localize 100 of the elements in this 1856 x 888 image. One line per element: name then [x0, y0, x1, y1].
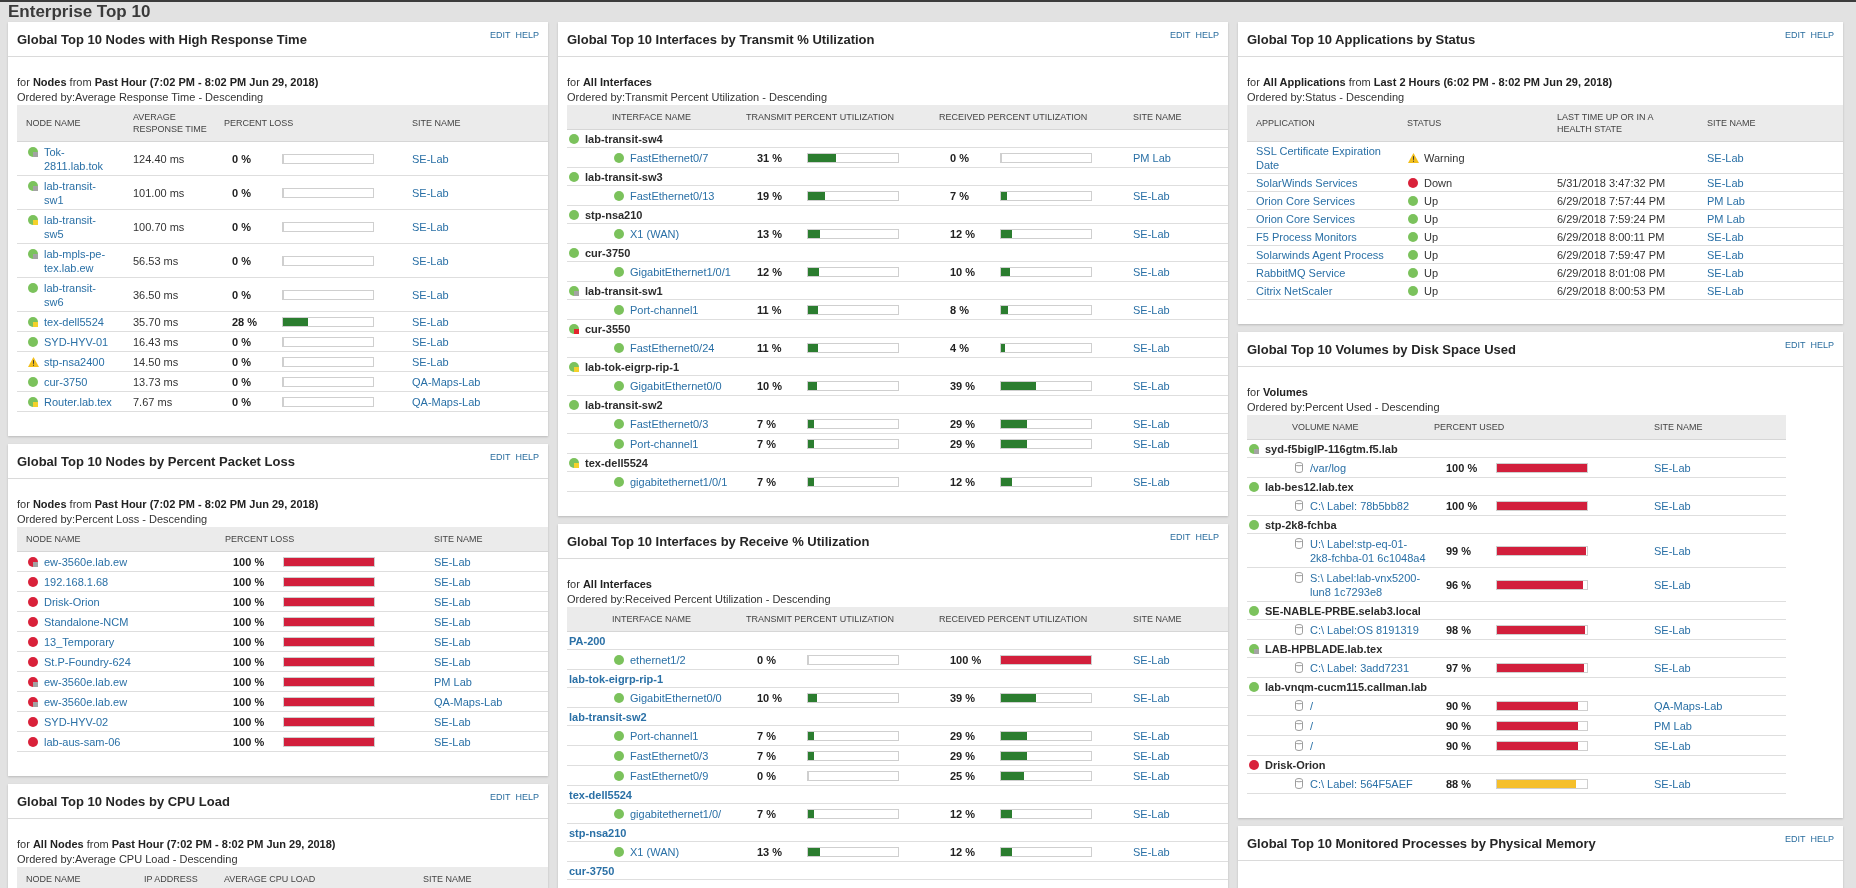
site-link[interactable]: SE-Lab: [1654, 622, 1780, 637]
site-link[interactable]: SE-Lab: [1707, 175, 1837, 190]
interface-link[interactable]: Port-channel1: [630, 302, 699, 317]
panel-action-link[interactable]: HELP: [1810, 30, 1834, 41]
panel-action-link[interactable]: HELP: [515, 792, 539, 803]
site-link[interactable]: SE-Lab: [1133, 340, 1222, 355]
site-link[interactable]: SE-Lab: [1707, 229, 1837, 244]
node-link[interactable]: lab-transit-sw6: [44, 280, 114, 309]
node-link[interactable]: ew-3560e.lab.ew: [44, 694, 128, 709]
panel-action-link[interactable]: EDIT: [1784, 30, 1806, 41]
site-link[interactable]: SE-Lab: [412, 334, 542, 349]
volume-link[interactable]: /var/log: [1310, 460, 1347, 475]
site-link[interactable]: SE-Lab: [412, 287, 542, 302]
site-link[interactable]: PM Lab: [1707, 193, 1837, 208]
site-link[interactable]: PM Lab: [1133, 150, 1222, 165]
panel-action-link[interactable]: HELP: [1195, 532, 1219, 543]
panel-action-link[interactable]: EDIT: [489, 30, 511, 41]
node-link[interactable]: SYD-HYV-01: [44, 334, 109, 349]
panel-action-link[interactable]: EDIT: [489, 452, 511, 463]
application-link[interactable]: SolarWinds Services: [1256, 175, 1391, 190]
site-link[interactable]: SE-Lab: [1133, 436, 1222, 451]
site-link[interactable]: SE-Lab: [1133, 806, 1222, 821]
site-link[interactable]: SE-Lab: [1654, 660, 1780, 675]
node-link[interactable]: St.P-Foundry-624: [44, 654, 131, 669]
node-link[interactable]: ew-3560e.lab.ew: [44, 674, 128, 689]
site-link[interactable]: SE-Lab: [1707, 247, 1837, 262]
site-link[interactable]: SE-Lab: [1654, 776, 1780, 791]
site-link[interactable]: SE-Lab: [1133, 844, 1222, 859]
interface-link[interactable]: Port-channel1: [630, 436, 699, 451]
site-link[interactable]: SE-Lab: [1133, 768, 1222, 783]
site-link[interactable]: PM Lab: [434, 674, 542, 689]
node-link[interactable]: Router.lab.tex: [44, 394, 112, 409]
interface-link[interactable]: gigabitethernet1/0/: [630, 806, 722, 821]
site-link[interactable]: SE-Lab: [434, 574, 542, 589]
node-link[interactable]: 192.168.1.68: [44, 574, 109, 589]
node-link[interactable]: Standalone-NCM: [44, 614, 129, 629]
node-link[interactable]: SYD-HYV-02: [44, 714, 109, 729]
interface-link[interactable]: FastEthernet0/24: [630, 340, 715, 355]
interface-link[interactable]: FastEthernet0/3: [630, 416, 709, 431]
node-link[interactable]: lab-tok-eigrp-rip-1: [569, 671, 664, 686]
site-link[interactable]: SE-Lab: [434, 634, 542, 649]
site-link[interactable]: SE-Lab: [434, 714, 542, 729]
site-link[interactable]: SE-Lab: [1133, 264, 1222, 279]
node-link[interactable]: lab-mpls-pe-tex.lab.ew: [44, 246, 114, 275]
volume-link[interactable]: /: [1310, 698, 1314, 713]
interface-link[interactable]: Port-channel1: [630, 728, 699, 743]
site-link[interactable]: PM Lab: [1707, 211, 1837, 226]
node-link[interactable]: PA-200: [569, 633, 606, 648]
interface-link[interactable]: GigabitEthernet1/0/1: [630, 264, 731, 279]
node-link[interactable]: 13_Temporary: [44, 634, 115, 649]
site-link[interactable]: SE-Lab: [412, 219, 542, 234]
interface-link[interactable]: ethernet1/2: [630, 652, 686, 667]
node-link[interactable]: cur-3750: [569, 863, 615, 878]
site-link[interactable]: SE-Lab: [1133, 690, 1222, 705]
volume-link[interactable]: C:\ Label: 564F5AEF: [1310, 776, 1413, 791]
panel-action-link[interactable]: HELP: [1810, 834, 1834, 845]
volume-link[interactable]: /: [1310, 718, 1314, 733]
site-link[interactable]: SE-Lab: [1133, 416, 1222, 431]
volume-link[interactable]: C:\ Label:OS 8191319: [1310, 622, 1419, 637]
site-link[interactable]: QA-Maps-Lab: [434, 694, 542, 709]
panel-action-link[interactable]: EDIT: [1169, 532, 1191, 543]
volume-link[interactable]: C:\ Label: 3add7231: [1310, 660, 1410, 675]
node-link[interactable]: lab-transit-sw5: [44, 212, 114, 241]
site-link[interactable]: SE-Lab: [1707, 283, 1837, 298]
site-link[interactable]: SE-Lab: [434, 654, 542, 669]
panel-action-link[interactable]: HELP: [515, 30, 539, 41]
application-link[interactable]: Solarwinds Agent Process: [1256, 247, 1391, 262]
node-link[interactable]: cur-3750: [44, 374, 88, 389]
site-link[interactable]: SE-Lab: [1133, 474, 1222, 489]
site-link[interactable]: SE-Lab: [434, 734, 542, 749]
interface-link[interactable]: FastEthernet0/3: [630, 748, 709, 763]
panel-action-link[interactable]: HELP: [1810, 340, 1834, 351]
site-link[interactable]: SE-Lab: [1133, 652, 1222, 667]
panel-action-link[interactable]: EDIT: [1169, 30, 1191, 41]
interface-link[interactable]: X1 (WAN): [630, 226, 680, 241]
node-link[interactable]: Drisk-Orion: [44, 594, 100, 609]
interface-link[interactable]: gigabitethernet1/0/1: [630, 474, 728, 489]
site-link[interactable]: QA-Maps-Lab: [412, 394, 542, 409]
panel-action-link[interactable]: HELP: [515, 452, 539, 463]
application-link[interactable]: Citrix NetScaler: [1256, 283, 1391, 298]
volume-link[interactable]: U:\ Label:stp-eq-01-2k8-fchba-01 6c1048a4: [1310, 536, 1427, 565]
site-link[interactable]: SE-Lab: [412, 253, 542, 268]
volume-link[interactable]: C:\ Label: 78b5bb82: [1310, 498, 1410, 513]
site-link[interactable]: SE-Lab: [434, 614, 542, 629]
volume-link[interactable]: /: [1310, 738, 1314, 753]
application-link[interactable]: SSL Certificate Expiration Date: [1256, 143, 1391, 172]
site-link[interactable]: SE-Lab: [1133, 302, 1222, 317]
site-link[interactable]: SE-Lab: [1707, 265, 1837, 280]
panel-action-link[interactable]: EDIT: [489, 792, 511, 803]
site-link[interactable]: SE-Lab: [1654, 543, 1780, 558]
site-link[interactable]: SE-Lab: [1133, 728, 1222, 743]
interface-link[interactable]: GigabitEthernet0/0: [630, 378, 722, 393]
site-link[interactable]: SE-Lab: [412, 151, 542, 166]
volume-link[interactable]: S:\ Label:lab-vnx5200-lun8 1c7293e8: [1310, 570, 1427, 599]
site-link[interactable]: SE-Lab: [1707, 150, 1837, 165]
site-link[interactable]: SE-Lab: [1133, 378, 1222, 393]
site-link[interactable]: QA-Maps-Lab: [1654, 698, 1780, 713]
site-link[interactable]: SE-Lab: [412, 354, 542, 369]
application-link[interactable]: Orion Core Services: [1256, 193, 1391, 208]
site-link[interactable]: SE-Lab: [1654, 498, 1780, 513]
